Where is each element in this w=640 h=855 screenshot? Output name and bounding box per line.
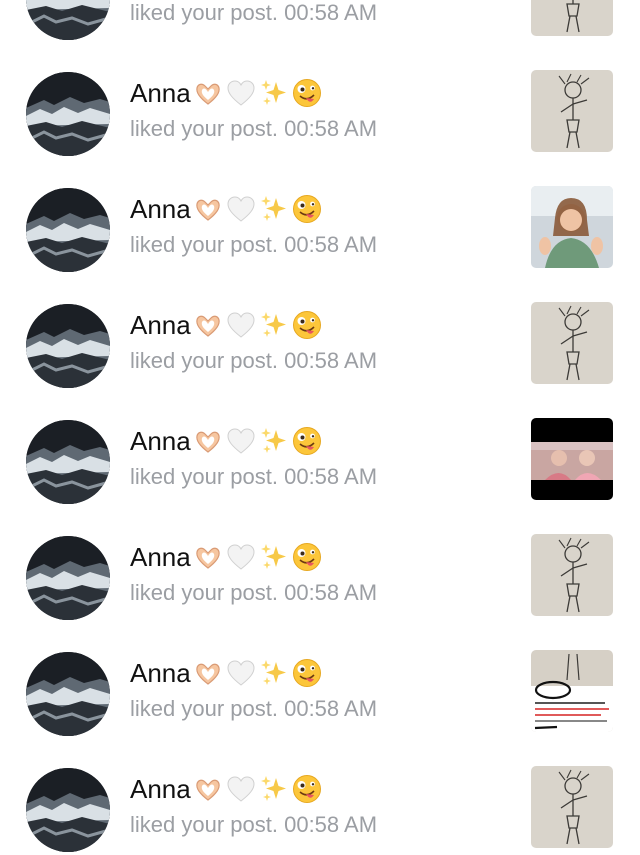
video-post-thumbnail[interactable] (531, 418, 613, 500)
action-text: liked your post. (130, 580, 278, 605)
zany-face-icon (292, 542, 322, 572)
name-emojis (193, 310, 322, 340)
zany-face-icon (292, 78, 322, 108)
sketch-post-thumbnail[interactable] (531, 70, 613, 152)
name-emojis (193, 426, 322, 456)
notification-row[interactable]: Anna liked your post. 00:58 AM (0, 302, 640, 418)
action-text: liked your post. (130, 696, 278, 721)
notification-text: liked your post. 00:58 AM (130, 346, 377, 376)
white-heart-icon (226, 542, 256, 572)
notification-row[interactable]: Anna liked your post. 00:58 AM (0, 186, 640, 302)
name-emojis (193, 194, 322, 224)
username[interactable]: Anna (130, 78, 191, 108)
timestamp: 00:58 AM (284, 812, 378, 837)
sparkles-icon (259, 310, 289, 340)
action-text: liked your post. (130, 812, 278, 837)
notification-row[interactable]: liked your post. 00:58 AM (0, 0, 640, 70)
sketch-post-thumbnail[interactable] (531, 0, 613, 36)
zany-face-icon (292, 194, 322, 224)
name-line: Anna (130, 656, 322, 690)
timestamp: 00:58 AM (284, 348, 378, 373)
notification-text: liked your post. 00:58 AM (130, 0, 377, 28)
name-line: Anna (130, 76, 322, 110)
hand-heart-icon (193, 310, 223, 340)
avatar[interactable] (26, 0, 110, 40)
sparkles-icon (259, 194, 289, 224)
avatar[interactable] (26, 652, 110, 736)
username[interactable]: Anna (130, 426, 191, 456)
action-text: liked your post. (130, 0, 278, 25)
hand-heart-icon (193, 426, 223, 456)
white-heart-icon (226, 658, 256, 688)
username[interactable]: Anna (130, 194, 191, 224)
sketch-post-thumbnail[interactable] (531, 766, 613, 848)
timestamp: 00:58 AM (284, 464, 378, 489)
notification-row[interactable]: Anna liked your post. 00:58 AM (0, 70, 640, 186)
zany-face-icon (292, 426, 322, 456)
action-text: liked your post. (130, 348, 278, 373)
timestamp: 00:58 AM (284, 580, 378, 605)
notification-row[interactable]: Anna liked your post. 00:58 AM (0, 418, 640, 534)
name-line: Anna (130, 192, 322, 226)
sketch-post-thumbnail[interactable] (531, 302, 613, 384)
name-line: Anna (130, 540, 322, 574)
timestamp: 00:58 AM (284, 116, 378, 141)
white-heart-icon (226, 194, 256, 224)
photo-post-thumbnail[interactable] (531, 186, 613, 268)
hand-heart-icon (193, 542, 223, 572)
hand-heart-icon (193, 774, 223, 804)
sparkles-icon (259, 426, 289, 456)
avatar[interactable] (26, 72, 110, 156)
timestamp: 00:58 AM (284, 696, 378, 721)
action-text: liked your post. (130, 232, 278, 257)
timestamp: 00:58 AM (284, 0, 378, 25)
name-emojis (193, 542, 322, 572)
hand-heart-icon (193, 658, 223, 688)
sparkles-icon (259, 542, 289, 572)
notification-text: liked your post. 00:58 AM (130, 114, 377, 144)
username[interactable]: Anna (130, 774, 191, 804)
timestamp: 00:58 AM (284, 232, 378, 257)
sketch-post-thumbnail[interactable] (531, 534, 613, 616)
username[interactable]: Anna (130, 658, 191, 688)
name-emojis (193, 658, 322, 688)
action-text: liked your post. (130, 464, 278, 489)
action-text: liked your post. (130, 116, 278, 141)
avatar[interactable] (26, 536, 110, 620)
notification-row[interactable]: Anna liked your post. 00:58 AM (0, 534, 640, 650)
sparkles-icon (259, 658, 289, 688)
avatar[interactable] (26, 188, 110, 272)
notification-list: liked your post. 00:58 AM Anna liked your … (0, 0, 640, 855)
sparkles-icon (259, 774, 289, 804)
name-emojis (193, 774, 322, 804)
notification-text: liked your post. 00:58 AM (130, 810, 377, 840)
white-heart-icon (226, 426, 256, 456)
notification-row[interactable]: Anna liked your post. 00:58 AM (0, 766, 640, 855)
name-line: Anna (130, 772, 322, 806)
avatar[interactable] (26, 768, 110, 852)
name-emojis (193, 78, 322, 108)
notification-text: liked your post. 00:58 AM (130, 694, 377, 724)
avatar[interactable] (26, 420, 110, 504)
white-heart-icon (226, 78, 256, 108)
name-line: Anna (130, 424, 322, 458)
notification-text: liked your post. 00:58 AM (130, 462, 377, 492)
hand-heart-icon (193, 78, 223, 108)
notification-row[interactable]: Anna liked your post. 00:58 AM (0, 650, 640, 766)
notification-text: liked your post. 00:58 AM (130, 578, 377, 608)
sparkles-icon (259, 78, 289, 108)
username[interactable]: Anna (130, 310, 191, 340)
avatar[interactable] (26, 304, 110, 388)
name-line: Anna (130, 308, 322, 342)
screenshot-post-thumbnail[interactable] (531, 650, 613, 732)
notification-text: liked your post. 00:58 AM (130, 230, 377, 260)
white-heart-icon (226, 774, 256, 804)
hand-heart-icon (193, 194, 223, 224)
zany-face-icon (292, 774, 322, 804)
white-heart-icon (226, 310, 256, 340)
zany-face-icon (292, 310, 322, 340)
zany-face-icon (292, 658, 322, 688)
username[interactable]: Anna (130, 542, 191, 572)
